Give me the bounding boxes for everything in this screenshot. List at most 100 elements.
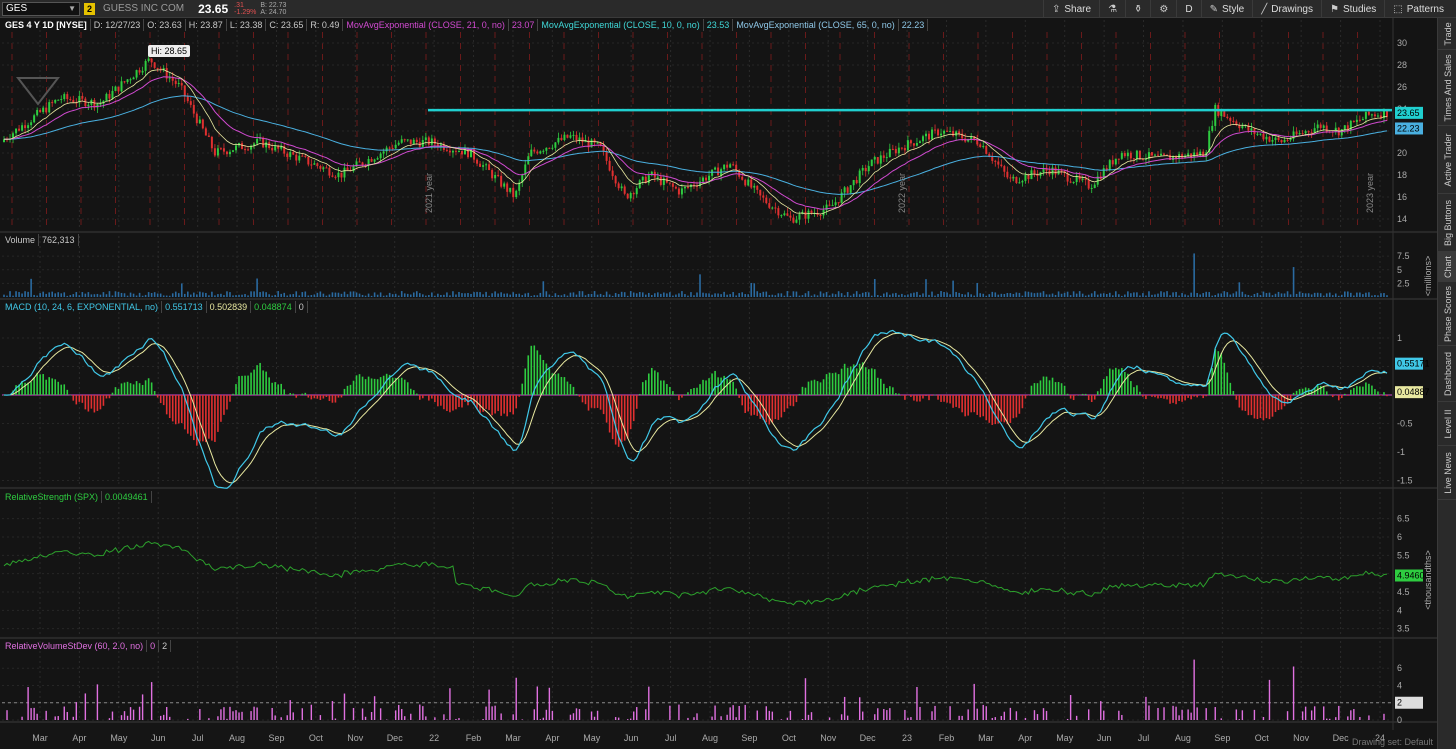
side-tab-times-and-sales[interactable]: Times And Sales [1438,50,1456,126]
macd-histogram-bar [1371,385,1373,395]
rv-bar [720,716,722,720]
patterns-button[interactable]: ⬚ Patterns [1384,0,1452,18]
macd-histogram-bar [479,395,481,413]
side-tab-dashboard[interactable]: Dashboard [1438,346,1456,402]
candle-body [340,172,343,178]
side-tab-chart[interactable]: Chart [1438,252,1456,282]
rs-label[interactable]: RelativeStrength (SPX) [2,491,103,503]
macd-histogram-bar [171,395,174,422]
macd-histogram-bar [491,395,493,416]
volume-bar [1096,294,1099,297]
side-tab-phase-scores[interactable]: Phase Scores [1438,282,1456,346]
x-axis-tick-label: Dec [860,733,877,743]
drawings-button[interactable]: ╱ Drawings [1252,0,1321,18]
y-axis-tick-label: 28 [1397,60,1407,70]
macd-histogram-bar [738,395,740,398]
candle-body [400,139,403,143]
macd-histogram-bar [1090,395,1093,403]
macd-histogram-bar [1265,395,1268,419]
symbol-input[interactable]: GES ▼ [2,1,80,16]
volume-bar [1075,293,1078,297]
side-tab-big-buttons[interactable]: Big Buttons [1438,194,1456,252]
macd-histogram-bar [211,395,213,441]
macd-histogram-bar [792,395,795,407]
side-tab-trade[interactable]: Trade [1438,18,1456,50]
volume-bar [1226,292,1229,297]
macd-histogram-bar [849,366,852,395]
rv-bar [545,709,548,720]
volume-bar [1322,295,1325,297]
candle-body [180,83,183,86]
flask-button[interactable]: ⚗ [1099,0,1125,18]
macd-histogram-bar [1337,395,1340,401]
macd-histogram-bar [147,378,150,395]
volume-bar [102,292,105,297]
candle-body [1027,174,1030,180]
volume-bar [1063,292,1066,297]
candle-body [129,79,132,81]
style-button[interactable]: ✎ Style [1200,0,1253,18]
candle-body [289,152,292,157]
candle-body [48,102,51,113]
volume-bar [1350,292,1352,297]
footer-drawing-set[interactable]: Drawing set: Default [1352,737,1433,747]
side-tab-live-news[interactable]: Live News [1438,446,1456,500]
ma65-label[interactable]: MovAvgExponential (CLOSE, 65, 0, no) [733,19,899,31]
rv-bar [54,716,56,720]
volume-bar [614,292,617,297]
volume-bar [1193,253,1195,297]
side-tab-level-ii[interactable]: Level II [1438,402,1456,446]
macd-label[interactable]: MACD (10, 24, 6, EXPONENTIAL, no) [2,301,163,313]
volume-bar [804,293,807,297]
candle-body [500,175,503,187]
chart-canvas[interactable]: Mar Apr May Jun Jul Aug Sep Oct Nov Dec 22 Feb Mar Ap… [0,18,1437,749]
rv-bar [575,708,578,720]
volume-bar [735,295,737,297]
candle-body [1361,118,1364,121]
chart-title[interactable]: GES 4 Y 1D [NYSE] [2,19,91,31]
volume-bar [765,291,768,297]
beaker-button[interactable]: ⚱ [1125,0,1150,18]
ask-value: A: 24.70 [260,8,287,16]
side-tab-active-trader[interactable]: Active Trader [1438,126,1456,194]
candle-body [940,133,943,136]
volume-bar [171,293,174,297]
candle-body [1304,131,1307,134]
candle-body [274,145,277,151]
volume-bar [810,295,813,297]
ma21-label[interactable]: MovAvgExponential (CLOSE, 21, 0, no) [343,19,509,31]
volume-bar [931,291,933,297]
volume-bar [138,292,141,297]
volume-bar [759,293,762,297]
studies-button[interactable]: ⚑ Studies [1320,0,1384,18]
rv-bar [301,708,303,720]
volume-bar [1253,293,1256,297]
share-button[interactable]: ⇪ Share [1042,0,1099,18]
rv-bar [220,709,222,720]
ma10-label[interactable]: MovAvgExponential (CLOSE, 10, 0, no) [538,19,704,31]
macd-histogram-bar [1380,395,1382,396]
rv-bar [271,707,273,720]
d-button[interactable]: D [1176,0,1200,18]
candle-body [506,183,509,192]
x-axis-tick-label: Sep [741,733,757,743]
rv-bar [63,706,65,720]
volume-bar [1072,291,1075,297]
candle-body [189,101,192,105]
candle-body [1003,166,1006,172]
macd-histogram-bar [1172,395,1174,403]
candle-body [271,147,274,151]
volume-bar [289,294,292,297]
gear-button[interactable]: ⚙ [1150,0,1176,18]
chevron-down-icon[interactable]: ▼ [68,3,76,15]
macd-histogram-bar [569,384,572,395]
volume-bar [563,294,566,297]
volume-label[interactable]: Volume [2,234,40,246]
volume-bar [126,295,129,297]
volume-bar [253,291,255,297]
link-group-badge[interactable]: 2 [84,2,95,15]
volume-bar [476,291,478,297]
rv-label[interactable]: RelativeVolumeStDev (60, 2.0, no) [2,640,148,652]
macd-histogram-bar [425,395,427,396]
chart-area[interactable]: Mar Apr May Jun Jul Aug Sep Oct Nov Dec 22 Feb Mar Ap… [0,18,1437,749]
